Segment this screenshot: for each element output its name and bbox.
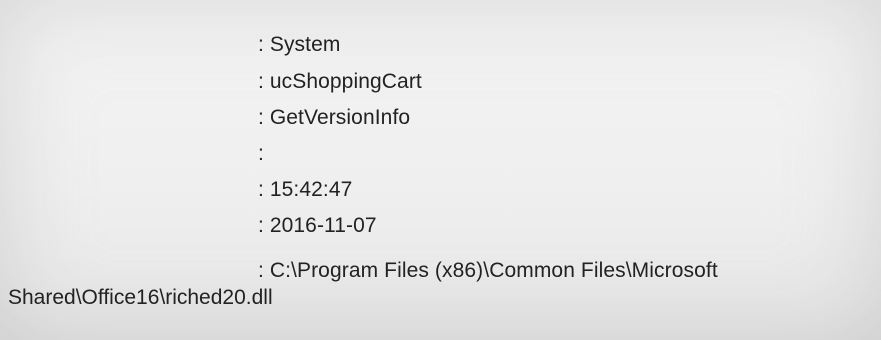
detail-separator: : [258,178,264,201]
detail-value: 15:42:47 [269,178,353,201]
detail-row-component: : ucShoppingCart [258,67,422,97]
detail-value: 2016-11-07 [269,214,377,237]
detail-separator: : [258,70,264,93]
detail-row-method: : GetVersionInfo [258,103,410,133]
detail-row-source: : System [258,30,340,60]
detail-value: C:\Program Files (x86)\Common Files\Micr… [269,259,718,282]
detail-separator: : [258,106,264,129]
detail-separator: : [258,33,264,56]
detail-row-empty: : [258,139,270,169]
detail-value: ucShoppingCart [269,70,422,93]
detail-path-continuation: Shared\Office16\riched20.dll [8,286,273,309]
detail-value: System [269,33,341,56]
error-details-panel: : System : ucShoppingCart : GetVersionInfo … [0,0,881,340]
detail-separator: : [258,259,264,282]
detail-row-date: :2016-11-07 [258,211,377,241]
detail-row-time: :15:42:47 [258,175,352,205]
detail-separator: : [258,214,264,237]
detail-separator: : [258,142,264,165]
detail-value: GetVersionInfo [269,106,411,129]
detail-row-path: : C:\Program Files (x86)\Common Files\Mic… [258,256,718,286]
